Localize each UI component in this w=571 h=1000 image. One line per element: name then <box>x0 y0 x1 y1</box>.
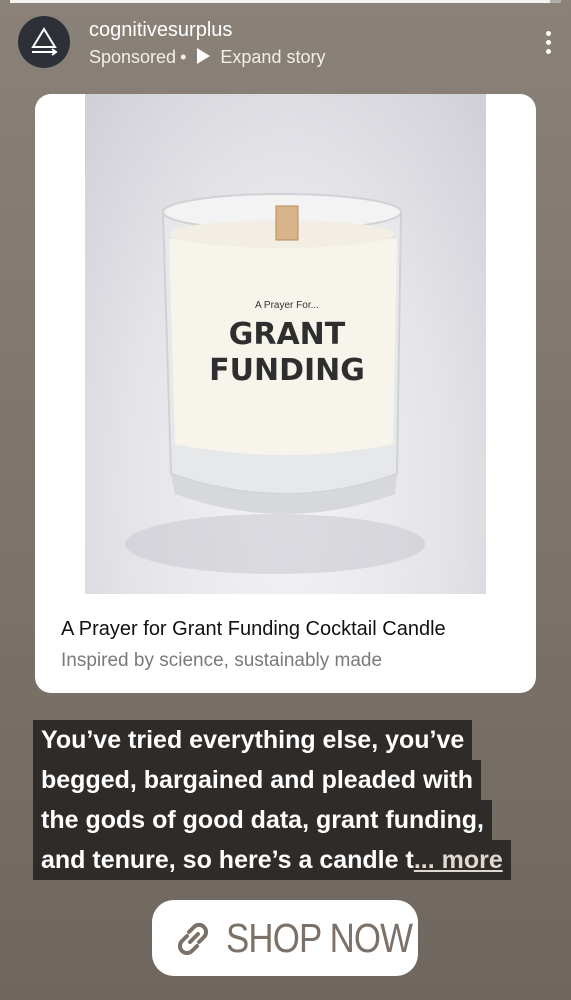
story-subline: Sponsored • Expand story <box>89 47 325 68</box>
candle-label-small: A Prayer For... <box>255 300 319 311</box>
story-caption[interactable]: You’ve tried everything else, you’ve beg… <box>33 720 543 880</box>
more-link[interactable]: ... more <box>414 846 503 874</box>
link-icon <box>177 922 209 956</box>
more-vertical-icon[interactable] <box>543 31 553 57</box>
product-card[interactable]: A Prayer For... GRANT FUNDING A Prayer f… <box>35 94 536 693</box>
product-title[interactable]: A Prayer for Grant Funding Cocktail Cand… <box>61 618 446 641</box>
shop-now-button[interactable]: SHOP NOW <box>152 900 418 976</box>
expand-story-button[interactable]: Expand story <box>197 47 325 67</box>
candle-label-grant: GRANT <box>229 317 346 352</box>
caption-line: You’ve tried everything else, you’ve <box>33 720 473 760</box>
sponsored-label: Sponsored <box>89 47 177 67</box>
triangle-logo-icon <box>31 27 58 56</box>
story-progress-bar <box>10 0 561 3</box>
story-header: cognitivesurplus Sponsored • Expand story <box>18 16 553 70</box>
caption-line: the gods of good data, grant funding, <box>33 800 492 840</box>
caption-line-text: and tenure, so here’s a candle t <box>41 846 414 874</box>
product-image[interactable]: A Prayer For... GRANT FUNDING <box>85 94 486 594</box>
expand-story-label: Expand story <box>220 47 326 67</box>
candle-label-funding: FUNDING <box>209 353 365 388</box>
product-subtitle: Inspired by science, sustainably made <box>61 650 383 671</box>
caption-line-last: and tenure, so here’s a candle t... more <box>33 840 511 880</box>
story-progress-fill <box>10 0 550 3</box>
username[interactable]: cognitivesurplus <box>89 19 232 42</box>
candle-illustration: A Prayer For... GRANT FUNDING <box>125 193 425 574</box>
avatar[interactable] <box>18 16 70 68</box>
play-icon <box>197 48 211 64</box>
caption-line: begged, bargained and pleaded with <box>33 760 481 800</box>
shop-now-label: SHOP NOW <box>226 915 413 961</box>
separator-dot: • <box>180 47 187 67</box>
